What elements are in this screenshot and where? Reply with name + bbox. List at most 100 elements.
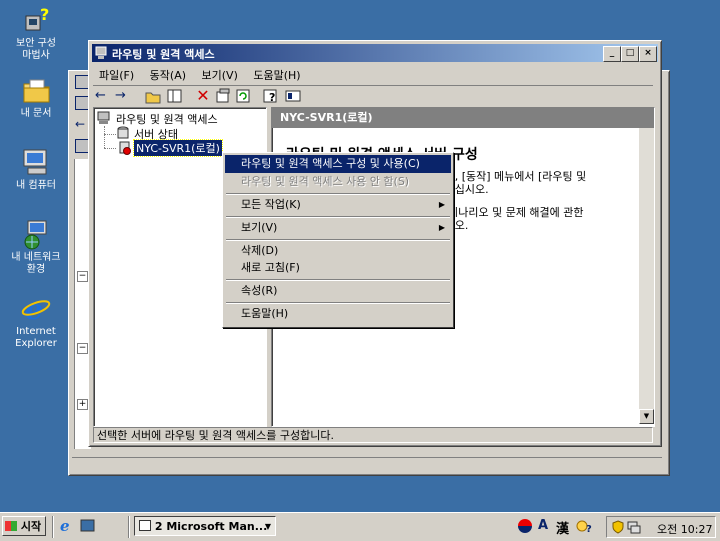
context-menu: 라우팅 및 원격 액세스 구성 및 사용(C) 라우팅 및 원격 액세스 사용 … [222,152,454,328]
menu-view[interactable]: 보기(V) [196,65,244,85]
quick-launch-divider [128,516,130,538]
menu-view-label: 보기(V) [241,221,278,234]
tree-root-label[interactable]: 라우팅 및 원격 액세스 [116,111,218,127]
scroll-down-button[interactable]: ▼ [639,409,654,424]
back-icon[interactable]: ← [75,117,89,131]
tree-line [104,148,116,149]
ime-indicator-icon[interactable] [518,519,532,533]
tree-line [104,126,106,148]
menu-help[interactable]: 도움말(H) [225,305,451,323]
quick-launch-desktop-icon[interactable] [80,518,96,534]
system-tray: 오전 10:27 [606,516,716,538]
minimize-button[interactable]: _ [603,46,621,62]
desktop-icon-label: 환경 [26,264,46,275]
delete-icon[interactable]: ✕ [193,86,213,106]
tray-lang[interactable]: A [538,518,548,533]
my-computer-icon [20,146,52,178]
security-shield-icon[interactable] [611,520,625,534]
menu-disable: 라우팅 및 원격 액세스 사용 안 함(S) [241,175,410,188]
server-stopped-icon [118,141,132,155]
menu-configure-enable[interactable]: 라우팅 및 원격 액세스 구성 및 사용(C) [225,155,451,173]
desktop-icon-label: 보안 구성 [16,38,56,49]
svg-text:?: ? [269,91,275,104]
rras-root-icon [97,111,111,125]
desktop-icon-internet-explorer[interactable]: e Internet Explorer [4,292,68,350]
security-wizard-icon: ? [20,4,52,36]
start-label: 시작 [20,520,42,533]
windows-logo-icon [5,521,17,531]
desktop-icon-security-wizard[interactable]: ? 보안 구성 마법사 [4,4,68,62]
desktop-icon-my-network[interactable]: 내 네트워크 환경 [4,218,68,276]
maximize-button[interactable]: □ [621,46,639,62]
network-tray-icon[interactable] [627,520,641,534]
desktop-icon-label: 마법사 [22,50,50,61]
submenu-arrow-icon: ▶ [438,223,445,232]
menu-separator [226,279,450,281]
status-bar: 선택한 서버에 라우팅 및 원격 액세스를 구성합니다. [93,427,653,443]
ie-icon: e [20,292,52,326]
tree-item-nyc-svr1[interactable]: NYC-SVR1(로컬) [133,139,223,157]
expand-toggle-icon[interactable]: − [77,343,88,354]
menu-view[interactable]: 보기(V) ▶ [225,219,451,237]
console-tree-icon[interactable] [283,86,303,106]
menu-separator [226,239,450,241]
desktop-icon-label: 내 컴퓨터 [16,180,56,191]
desktop-icon-my-computer[interactable]: 내 컴퓨터 [4,146,68,192]
desktop-icon-label: 내 문서 [20,108,52,119]
menu-bar: 파일(F) 동작(A) 보기(V) 도움말(H) [93,65,307,83]
details-header: NYC-SVR1(로컬) [272,108,654,128]
refresh-icon[interactable] [233,86,253,106]
desktop-icon-label: Explorer [15,338,57,349]
desktop-icon-label: Internet [16,326,56,337]
menu-separator [226,216,450,218]
menu-all-tasks[interactable]: 모든 작업(K) ▶ [225,196,451,214]
menu-separator [226,193,450,195]
taskbar: 시작 e 2 Microsoft Man... ▼ A 漢 ? 오전 10:27 [0,512,720,541]
my-documents-icon [20,74,52,106]
show-hide-tree-icon[interactable] [165,86,185,106]
window-title: 라우팅 및 원격 액세스 [112,48,215,61]
background-window-toolicon [75,75,89,89]
rras-app-icon [95,46,109,60]
menu-properties[interactable]: 속성(R) [225,282,451,300]
task-label: 2 Microsoft Man... [154,520,268,533]
menu-action[interactable]: 동작(A) [144,65,192,85]
svg-text:e: e [25,293,43,324]
close-button[interactable]: × [639,46,657,62]
forward-icon[interactable]: → [115,86,135,106]
properties-icon[interactable] [213,86,233,106]
toolbar: ← → ✕ ? [93,85,653,106]
tree-line [104,134,116,135]
expand-toggle-icon[interactable]: − [77,271,88,282]
expand-toggle-icon[interactable]: + [77,399,88,410]
menu-all-tasks-label: 모든 작업(K) [241,198,301,211]
submenu-arrow-icon: ▶ [438,200,445,209]
menu-file[interactable]: 파일(F) [93,65,140,85]
quick-launch-ie-icon[interactable]: e [60,518,76,534]
background-window-toolicon [75,139,89,153]
title-bar[interactable]: 라우팅 및 원격 액세스 _ □ × [92,44,658,62]
taskbar-task-button[interactable]: 2 Microsoft Man... ▼ [134,516,276,536]
vertical-scrollbar[interactable]: ▼ [639,128,654,424]
background-window-toolicon [75,96,89,110]
task-dropdown-icon: ▼ [264,522,271,531]
task-window-icon [139,520,151,531]
desktop-icon-my-documents[interactable]: 내 문서 [4,74,68,120]
help-icon[interactable]: ? [261,86,281,106]
svg-text:?: ? [586,524,592,534]
svg-text:?: ? [40,5,49,24]
ime-tool-icon[interactable]: ? [576,518,592,535]
menu-refresh[interactable]: 새로 고침(F) [225,259,451,277]
background-status-bar [72,457,662,472]
server-status-icon [116,126,130,140]
menu-help[interactable]: 도움말(H) [247,65,306,85]
tray-hanja[interactable]: 漢 [556,518,569,537]
menu-delete[interactable]: 삭제(D) [225,242,451,260]
up-folder-icon[interactable] [143,86,163,106]
start-button[interactable]: 시작 [2,516,46,536]
clock: 오전 10:27 [657,523,713,536]
quick-launch-divider [52,516,54,538]
back-icon[interactable]: ← [95,86,115,106]
my-network-icon [20,218,52,250]
desktop-icon-label: 내 네트워크 [11,252,61,263]
